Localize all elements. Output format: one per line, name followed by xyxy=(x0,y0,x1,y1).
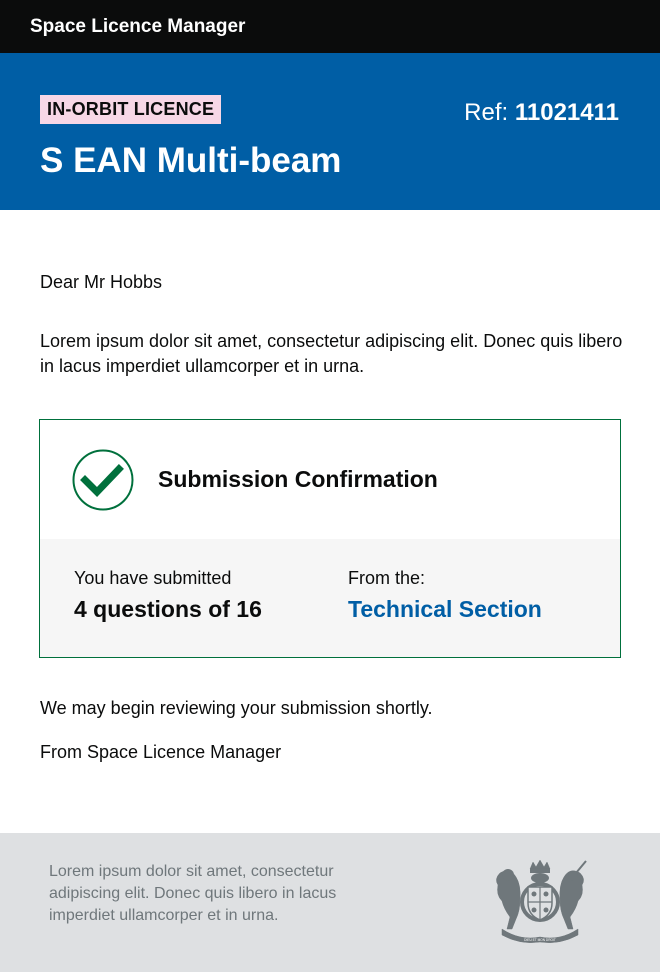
submission-summary: You have submitted 4 questions of 16 Fro… xyxy=(40,539,620,657)
royal-coat-of-arms-icon: DIEU ET MON DROIT xyxy=(496,859,587,943)
submitted-label: You have submitted xyxy=(74,568,232,588)
section-name: Technical Section xyxy=(348,596,542,622)
reference-value: 11021411 xyxy=(514,99,619,126)
crest-motto: DIEU ET MON DROIT xyxy=(524,938,556,942)
section-source: From the: Technical Section xyxy=(348,567,542,623)
from-label: From the: xyxy=(348,568,426,588)
licence-header: IN-ORBIT LICENCE Ref: 11021411 S EAN Mul… xyxy=(0,53,660,210)
greeting: Dear Mr Hobbs xyxy=(40,272,163,292)
licence-type-badge: IN-ORBIT LICENCE xyxy=(40,95,222,124)
top-bar: Space Licence Manager xyxy=(0,0,660,53)
licence-title: S EAN Multi-beam xyxy=(40,141,342,180)
reference-number: Ref: 11021411 xyxy=(464,99,619,127)
footer-text: Lorem ipsum dolor sit amet, consectetur … xyxy=(49,863,337,924)
intro-paragraph: Lorem ipsum dolor sit amet, consectetur … xyxy=(40,331,623,376)
panel-title: Submission Confirmation xyxy=(158,466,438,492)
submitted-count: You have submitted 4 questions of 16 xyxy=(74,567,262,623)
reference-label: Ref: xyxy=(464,99,509,126)
submitted-value: 4 questions of 16 xyxy=(74,596,262,622)
footer: Lorem ipsum dolor sit amet, consectetur … xyxy=(0,833,660,972)
sign-off: From Space Licence Manager xyxy=(40,742,282,762)
check-circle-icon xyxy=(72,449,134,511)
app-title: Space Licence Manager xyxy=(30,16,246,37)
review-note: We may begin reviewing your submission s… xyxy=(40,698,433,718)
submission-confirmation-panel: Submission Confirmation You have submitt… xyxy=(39,419,621,658)
